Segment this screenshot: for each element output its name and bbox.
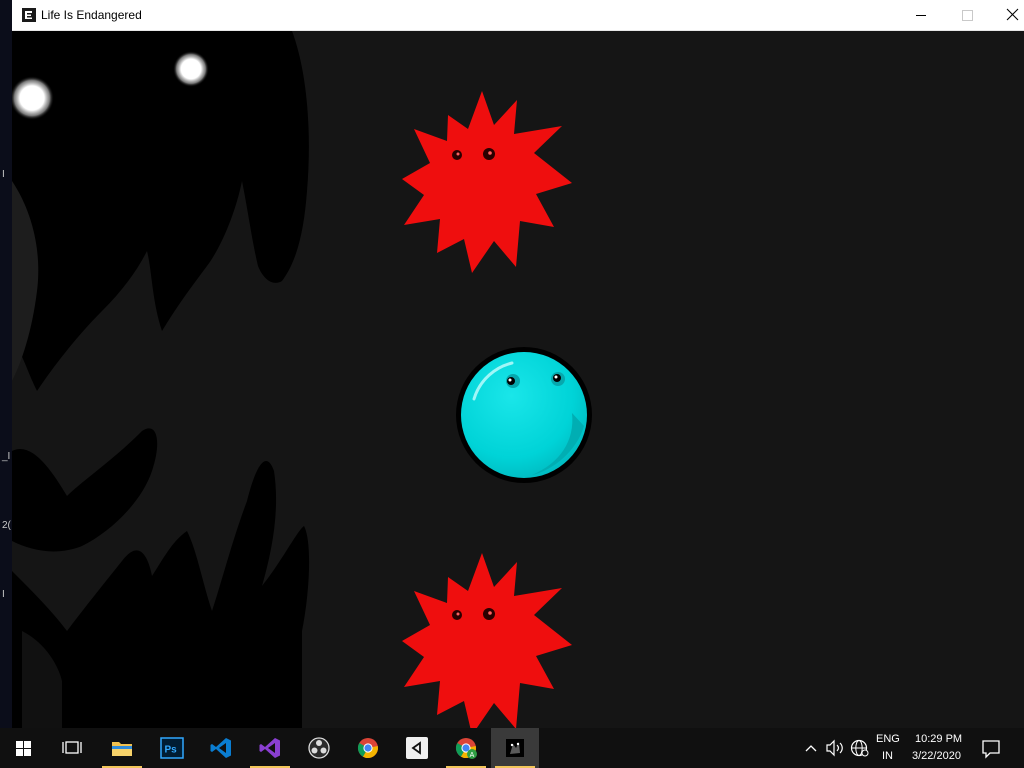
- game-window: Life Is Endangered: [12, 0, 1024, 728]
- taskbar-app-file-explorer[interactable]: [98, 728, 146, 768]
- monster-eye: [173, 51, 209, 87]
- desktop-glyph: _I: [2, 451, 11, 462]
- folder-icon: [112, 742, 132, 756]
- desktop-glyph: I: [2, 169, 5, 180]
- taskbar-app-chrome[interactable]: [344, 728, 392, 768]
- minimize-button[interactable]: [898, 0, 944, 30]
- title-bar[interactable]: Life Is Endangered: [12, 0, 1024, 31]
- minimize-icon: [916, 15, 926, 16]
- vscode-icon: [210, 738, 231, 758]
- taskbar-app-obs[interactable]: [295, 728, 343, 768]
- clock-time: 10:29 PM: [915, 733, 963, 745]
- obs-icon: [308, 737, 330, 759]
- language-code: ENG: [876, 733, 900, 745]
- chrome-profile-icon: A: [455, 738, 477, 759]
- windows-logo-icon: [16, 741, 31, 756]
- volume-button[interactable]: [824, 728, 848, 768]
- show-hidden-icons-button[interactable]: [800, 728, 824, 768]
- input-language-button[interactable]: ENG IN: [872, 728, 906, 768]
- network-button[interactable]: [848, 728, 872, 768]
- taskbar-app-photoshop[interactable]: Ps: [148, 728, 196, 768]
- screen: I _I 2( I Life Is Endangered Ps A ENG IN…: [0, 0, 1024, 768]
- taskbar-app-unity[interactable]: [393, 728, 441, 768]
- chevron-up-icon: [805, 745, 817, 752]
- desktop-background: I _I 2( I: [0, 0, 12, 728]
- taskbar: Ps A ENG IN 10:29 PM 3/22/2020: [0, 728, 1024, 768]
- speaker-icon: [826, 739, 843, 757]
- unity-icon: [406, 737, 428, 759]
- taskbar-app-vscode[interactable]: [197, 728, 245, 768]
- svg-text:A: A: [470, 752, 475, 759]
- notification-icon: [982, 740, 1000, 759]
- taskbar-app-chrome-profile[interactable]: A: [442, 728, 490, 768]
- start-button[interactable]: [0, 728, 48, 768]
- maximize-icon: [962, 10, 973, 21]
- close-icon: [1006, 8, 1019, 21]
- monster-eye: [12, 76, 54, 120]
- svg-text:Ps: Ps: [165, 745, 178, 756]
- close-button[interactable]: [990, 0, 1024, 30]
- globe-icon: [850, 739, 869, 757]
- player-blob[interactable]: [456, 347, 592, 483]
- taskbar-app-visual-studio[interactable]: [246, 728, 294, 768]
- game-app-icon: [506, 739, 524, 757]
- photoshop-icon: Ps: [160, 737, 184, 759]
- visual-studio-icon: [259, 738, 280, 758]
- desktop-glyph: I: [2, 589, 5, 600]
- game-canvas[interactable]: [12, 31, 1024, 728]
- maximize-button[interactable]: [944, 0, 990, 30]
- task-view-icon: [62, 741, 82, 754]
- clock-date: 3/22/2020: [912, 750, 961, 762]
- keyboard-region: IN: [882, 750, 893, 762]
- app-icon: [22, 8, 36, 22]
- clock[interactable]: 10:29 PM 3/22/2020: [908, 728, 972, 768]
- window-title: Life Is Endangered: [41, 8, 142, 22]
- taskbar-app-life-is-endangered[interactable]: [491, 728, 539, 768]
- desktop-glyph: 2(: [2, 520, 11, 531]
- task-view-button[interactable]: [48, 728, 96, 768]
- chrome-icon: [357, 738, 379, 759]
- action-center-button[interactable]: [978, 728, 1018, 768]
